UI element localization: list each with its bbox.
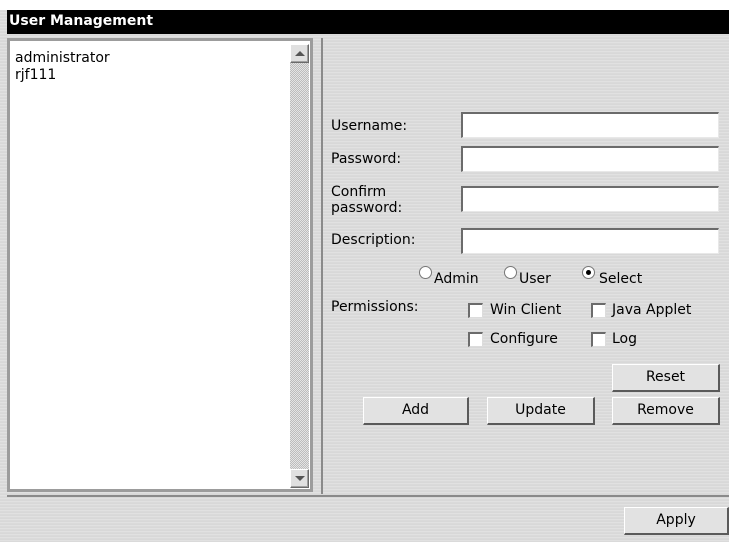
window-title: User Management [9, 13, 154, 29]
panel-divider [321, 38, 323, 494]
password-label: Password: [331, 151, 402, 167]
radio-selected-dot [586, 270, 591, 275]
scroll-up-button[interactable] [290, 44, 309, 63]
confirm-password-label: Confirm password: [331, 184, 402, 216]
configure-checkbox[interactable] [468, 332, 483, 347]
add-button[interactable]: Add [363, 397, 469, 425]
admin-radio-label[interactable]: Admin [434, 271, 479, 287]
update-button[interactable]: Update [487, 397, 595, 425]
log-label[interactable]: Log [612, 331, 637, 347]
triangle-up-icon [295, 51, 305, 56]
description-field[interactable] [461, 228, 719, 254]
username-label: Username: [331, 118, 408, 134]
title-bar: User Management [7, 10, 729, 34]
java-applet-checkbox[interactable] [591, 303, 606, 318]
win-client-checkbox[interactable] [468, 303, 483, 318]
remove-button[interactable]: Remove [612, 397, 720, 425]
confirm-label-line2: password: [331, 200, 403, 216]
confirm-password-field[interactable] [461, 186, 719, 212]
username-field[interactable] [461, 112, 719, 138]
list-item-rjf111[interactable]: rjf111 [15, 67, 110, 84]
configure-label[interactable]: Configure [490, 331, 558, 347]
admin-radio[interactable] [419, 266, 432, 279]
user-radio-label[interactable]: User [519, 271, 551, 287]
select-radio[interactable] [582, 266, 595, 279]
scroll-down-button[interactable] [290, 469, 309, 488]
confirm-label-line1: Confirm [331, 184, 387, 200]
footer-divider [7, 495, 729, 497]
java-applet-label[interactable]: Java Applet [612, 302, 691, 318]
user-list[interactable]: administrator rjf111 [7, 38, 313, 492]
select-radio-label[interactable]: Select [599, 271, 642, 287]
description-label: Description: [331, 232, 416, 248]
win-client-label[interactable]: Win Client [490, 302, 561, 318]
apply-button[interactable]: Apply [624, 507, 729, 535]
triangle-down-icon [295, 476, 305, 481]
top-strip [0, 0, 729, 10]
reset-button[interactable]: Reset [612, 364, 720, 392]
password-field[interactable] [461, 146, 719, 172]
log-checkbox[interactable] [591, 332, 606, 347]
user-radio[interactable] [504, 266, 517, 279]
user-list-items: administrator rjf111 [15, 50, 110, 84]
list-item-administrator[interactable]: administrator [15, 50, 110, 67]
permissions-label: Permissions: [331, 299, 419, 315]
list-scrollbar[interactable] [290, 44, 309, 488]
